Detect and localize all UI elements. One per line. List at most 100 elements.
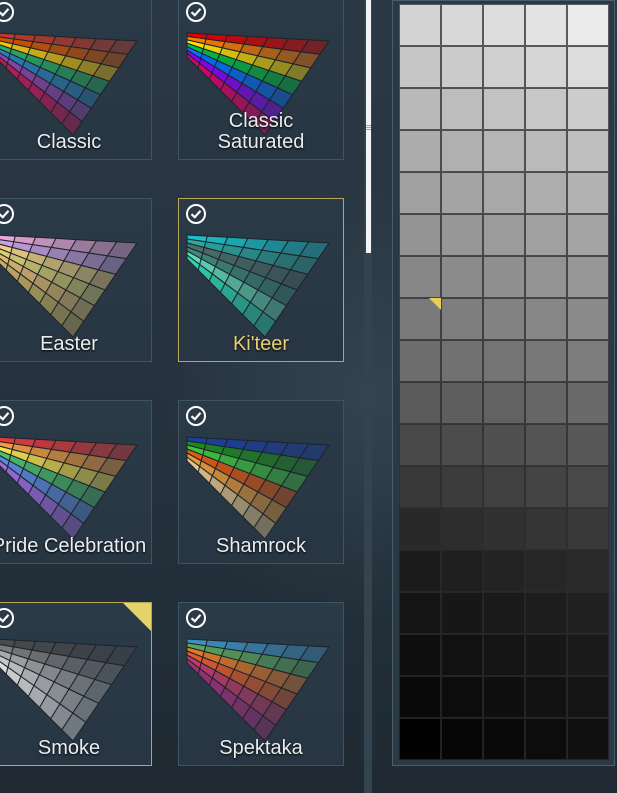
color-swatch[interactable] <box>525 424 567 466</box>
color-swatch[interactable] <box>441 256 483 298</box>
color-swatch[interactable] <box>525 256 567 298</box>
color-swatch[interactable] <box>441 592 483 634</box>
color-swatch[interactable] <box>441 382 483 424</box>
color-swatch[interactable] <box>567 46 609 88</box>
color-swatch[interactable] <box>399 634 441 676</box>
color-swatch[interactable] <box>567 634 609 676</box>
color-swatch[interactable] <box>567 592 609 634</box>
color-swatch[interactable] <box>483 424 525 466</box>
color-swatch[interactable] <box>399 466 441 508</box>
color-swatch[interactable] <box>441 46 483 88</box>
color-swatch[interactable] <box>525 508 567 550</box>
color-swatch[interactable] <box>441 298 483 340</box>
color-swatch[interactable] <box>399 214 441 256</box>
color-swatch[interactable] <box>441 676 483 718</box>
color-swatch[interactable] <box>525 298 567 340</box>
color-swatch[interactable] <box>483 256 525 298</box>
color-swatch[interactable] <box>483 466 525 508</box>
color-swatch[interactable] <box>567 340 609 382</box>
color-swatch[interactable] <box>399 676 441 718</box>
color-swatch[interactable] <box>399 424 441 466</box>
color-swatch[interactable] <box>567 172 609 214</box>
palette-label: Classic Saturated <box>217 110 305 153</box>
color-swatch[interactable] <box>483 46 525 88</box>
color-swatch[interactable] <box>441 214 483 256</box>
color-swatch[interactable] <box>399 172 441 214</box>
color-swatch[interactable] <box>525 130 567 172</box>
color-swatch[interactable] <box>483 508 525 550</box>
color-swatch[interactable] <box>483 88 525 130</box>
color-swatch[interactable] <box>483 382 525 424</box>
color-swatch[interactable] <box>399 4 441 46</box>
color-swatch[interactable] <box>567 466 609 508</box>
color-swatch[interactable] <box>567 214 609 256</box>
color-swatch[interactable] <box>567 4 609 46</box>
color-swatch[interactable] <box>567 550 609 592</box>
color-swatch[interactable] <box>441 4 483 46</box>
color-swatch[interactable] <box>441 466 483 508</box>
color-swatch[interactable] <box>483 298 525 340</box>
color-swatch[interactable] <box>399 130 441 172</box>
color-swatch[interactable] <box>399 382 441 424</box>
selected-swatch-marker-icon <box>429 298 441 310</box>
color-swatch[interactable] <box>441 718 483 760</box>
color-swatch[interactable] <box>525 550 567 592</box>
color-swatch[interactable] <box>483 130 525 172</box>
color-swatch[interactable] <box>567 256 609 298</box>
color-swatch[interactable] <box>441 340 483 382</box>
owned-check-icon <box>0 406 14 426</box>
color-swatch[interactable] <box>441 550 483 592</box>
color-swatch[interactable] <box>399 88 441 130</box>
color-swatch[interactable] <box>525 214 567 256</box>
color-swatch[interactable] <box>567 508 609 550</box>
color-swatch[interactable] <box>441 88 483 130</box>
color-swatch[interactable] <box>483 4 525 46</box>
color-swatch[interactable] <box>567 298 609 340</box>
color-swatch[interactable] <box>483 340 525 382</box>
color-swatch[interactable] <box>483 550 525 592</box>
palette-tile-pride-celebration[interactable]: Pride Celebration <box>0 400 152 564</box>
color-swatch[interactable] <box>399 592 441 634</box>
color-swatch[interactable] <box>567 718 609 760</box>
color-swatch[interactable] <box>441 130 483 172</box>
color-swatch[interactable] <box>441 424 483 466</box>
color-swatch[interactable] <box>567 424 609 466</box>
palette-tile-classic[interactable]: Classic <box>0 0 152 160</box>
color-swatch[interactable] <box>567 382 609 424</box>
color-swatch[interactable] <box>399 508 441 550</box>
color-swatch[interactable] <box>525 466 567 508</box>
color-swatch[interactable] <box>483 214 525 256</box>
color-swatch[interactable] <box>525 382 567 424</box>
color-swatch[interactable] <box>483 718 525 760</box>
color-swatch[interactable] <box>525 718 567 760</box>
color-swatch[interactable] <box>525 46 567 88</box>
palette-tile-smoke[interactable]: Smoke <box>0 602 152 766</box>
color-swatch[interactable] <box>399 46 441 88</box>
color-swatch[interactable] <box>399 550 441 592</box>
color-swatch[interactable] <box>525 88 567 130</box>
color-swatch[interactable] <box>441 172 483 214</box>
color-swatch[interactable] <box>525 4 567 46</box>
color-swatch[interactable] <box>483 676 525 718</box>
color-swatch[interactable] <box>567 88 609 130</box>
palette-tile-classic-saturated[interactable]: Classic Saturated <box>178 0 344 160</box>
palette-tile-easter[interactable]: Easter <box>0 198 152 362</box>
color-swatch[interactable] <box>441 634 483 676</box>
color-swatch[interactable] <box>525 592 567 634</box>
color-swatch[interactable] <box>567 676 609 718</box>
palette-tile-ki-teer[interactable]: Ki'teer <box>178 198 344 362</box>
palette-tile-shamrock[interactable]: Shamrock <box>178 400 344 564</box>
color-swatch[interactable] <box>399 256 441 298</box>
color-swatch[interactable] <box>441 508 483 550</box>
color-swatch[interactable] <box>567 130 609 172</box>
color-swatch[interactable] <box>525 340 567 382</box>
palette-tile-spektaka[interactable]: Spektaka <box>178 602 344 766</box>
color-swatch[interactable] <box>525 634 567 676</box>
color-swatch[interactable] <box>525 172 567 214</box>
color-swatch[interactable] <box>483 634 525 676</box>
color-swatch[interactable] <box>399 718 441 760</box>
color-swatch[interactable] <box>399 340 441 382</box>
color-swatch[interactable] <box>483 172 525 214</box>
color-swatch[interactable] <box>525 676 567 718</box>
color-swatch[interactable] <box>483 592 525 634</box>
